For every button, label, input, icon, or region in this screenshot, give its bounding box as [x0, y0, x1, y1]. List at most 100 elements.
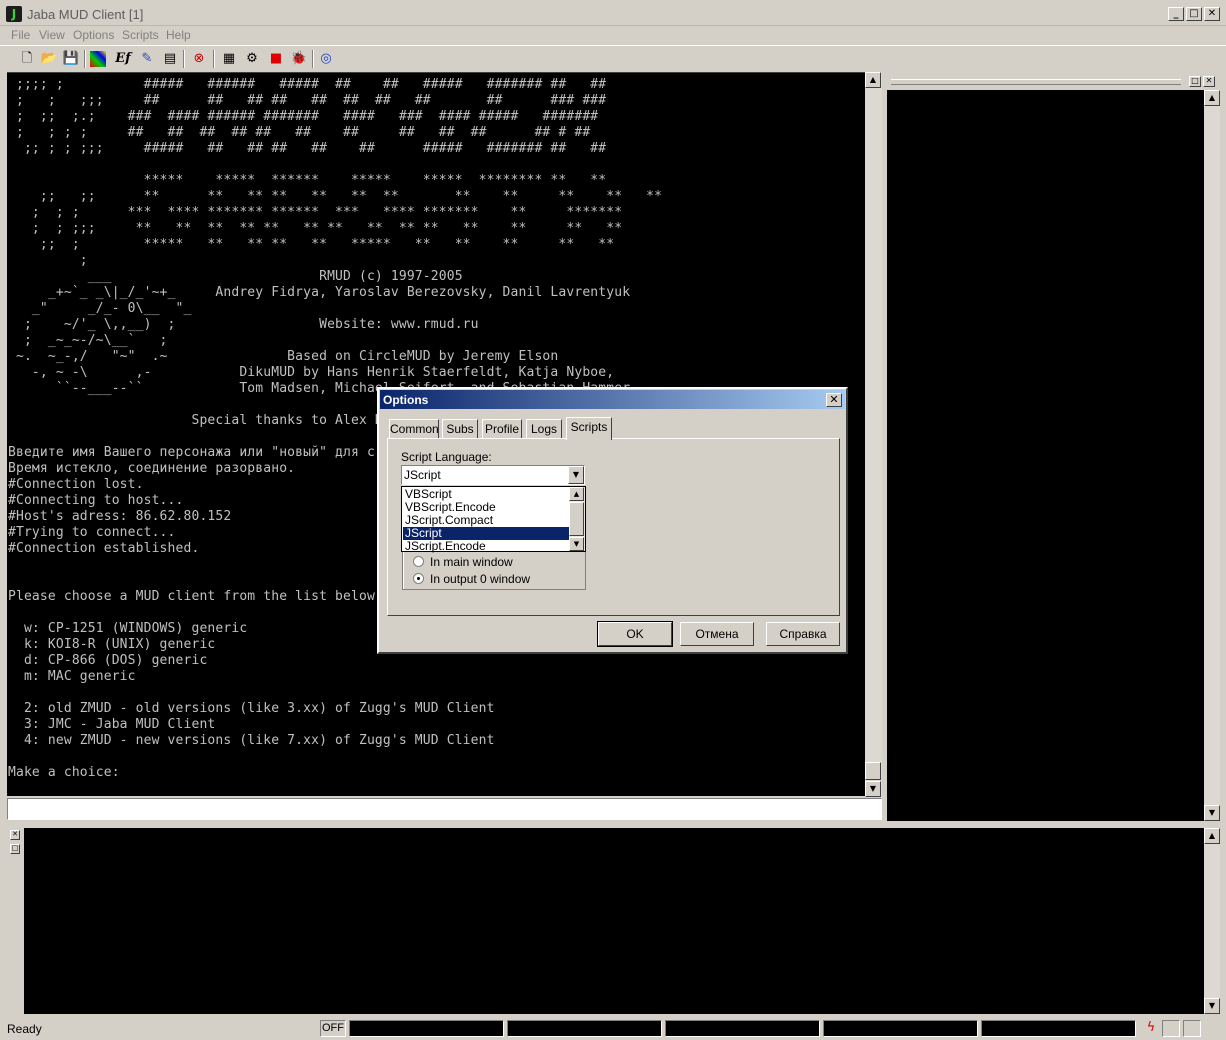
- terminal-line: ;; ; ; ;;; ##### ## ## ## ## ## ##### ##…: [8, 141, 607, 156]
- menu-help[interactable]: Help: [166, 28, 191, 42]
- pane-restore-button[interactable]: □: [1189, 76, 1201, 87]
- command-input[interactable]: [7, 798, 882, 820]
- disconnect-icon[interactable]: ⊗: [189, 49, 209, 69]
- dialog-title: Options: [383, 393, 429, 407]
- menu-options[interactable]: Options: [73, 28, 114, 42]
- radio-button-selected[interactable]: [413, 573, 424, 584]
- stop-icon[interactable]: ■: [266, 49, 286, 69]
- status-panel: [507, 1020, 662, 1037]
- bottom-pane-header: ✕ □: [8, 828, 22, 1014]
- status-panel: [349, 1020, 504, 1037]
- main-scrollbar[interactable]: ▲ ▼: [865, 72, 882, 797]
- scroll-thumb[interactable]: [865, 762, 881, 780]
- status-panel: [981, 1020, 1136, 1037]
- chevron-down-icon[interactable]: ▼: [568, 466, 584, 484]
- script-language-dropdown-list[interactable]: VBScript VBScript.Encode JScript.Compact…: [401, 486, 586, 553]
- help-button[interactable]: Справка: [766, 622, 840, 646]
- tools-icon[interactable]: ✎: [137, 49, 157, 69]
- dialog-close-button[interactable]: ✕: [826, 393, 842, 407]
- scroll-down-icon[interactable]: ▼: [865, 781, 881, 797]
- terminal-line: Make a choice:: [8, 765, 120, 780]
- terminal-line: ___ RMUD (c) 1997-2005: [8, 269, 463, 284]
- toolbar: 🗋 📂 💾 Ef ✎ ▤ ⊗ ▦ ⚙ ■ 🐞 ◎: [0, 45, 1226, 71]
- terminal-line: ; ; ;;; ** ** ** ** ** ** ** ** ** ** **…: [8, 221, 623, 236]
- pane-close-button[interactable]: ✕: [10, 830, 20, 840]
- terminal-line: -, ~ -\ ,- DikuMUD by Hans Henrik Staerf…: [8, 365, 615, 380]
- status-panel: [1183, 1020, 1201, 1037]
- colors-icon[interactable]: [90, 51, 106, 67]
- open-icon[interactable]: 📂: [39, 49, 59, 69]
- scroll-down-icon[interactable]: ▼: [1204, 998, 1220, 1014]
- window-title: Jaba MUD Client [1]: [27, 7, 144, 22]
- radio-button[interactable]: [413, 556, 424, 567]
- scroll-up-icon[interactable]: ▲: [1204, 90, 1220, 106]
- ok-button[interactable]: OK: [597, 621, 673, 647]
- status-off-indicator: OFF: [320, 1020, 346, 1037]
- app-icon: J: [6, 6, 22, 22]
- tab-profile[interactable]: Profile: [482, 419, 522, 439]
- radio-output-label: In output 0 window: [430, 572, 531, 586]
- save-icon[interactable]: 💾: [61, 49, 81, 69]
- scroll-up-icon[interactable]: ▲: [1204, 828, 1220, 844]
- menu-bar: File View Options Scripts Help: [0, 26, 1226, 44]
- radio-main-label: In main window: [430, 555, 513, 569]
- terminal-line: ***** ***** ****** ***** ***** ******** …: [8, 173, 607, 188]
- toolbar-separator: [312, 50, 314, 68]
- close-button[interactable]: ✕: [1204, 7, 1220, 21]
- radio-main-window[interactable]: In main window: [413, 555, 513, 569]
- terminal-line: d: CP-866 (DOS) generic: [8, 653, 208, 668]
- scroll-thumb[interactable]: [569, 502, 584, 536]
- scroll-up-icon[interactable]: ▲: [865, 72, 881, 88]
- radio-output-window[interactable]: In output 0 window: [413, 572, 530, 586]
- terminal-line: ;; ; ***** ** ** ** ** ***** ** ** ** **…: [8, 237, 615, 252]
- status-panel: [823, 1020, 978, 1037]
- tab-common[interactable]: Common: [389, 419, 439, 439]
- scroll-up-icon[interactable]: ▲: [569, 487, 584, 501]
- terminal-line: ; ; ;;; ## ## ## ## ## ## ## ## ## ### #…: [8, 93, 607, 108]
- bottom-output-window[interactable]: [24, 828, 1204, 1014]
- dropdown-option[interactable]: JScript.Encode: [403, 540, 570, 553]
- toolbar-separator: [183, 50, 185, 68]
- scroll-down-icon[interactable]: ▼: [569, 537, 584, 551]
- terminal-line: 2: old ZMUD - old versions (like 3.xx) o…: [8, 701, 495, 716]
- status-panel: [665, 1020, 820, 1037]
- terminal-line: 3: JMC - Jaba MUD Client: [8, 717, 216, 732]
- terminal-line: _+~`_ _\|_/_'~+_ Andrey Fidrya, Yaroslav…: [8, 285, 631, 300]
- maximize-button[interactable]: □: [1186, 7, 1202, 21]
- terminal-line: ;: [8, 253, 88, 268]
- menu-view[interactable]: View: [39, 28, 65, 42]
- new-icon[interactable]: 🗋: [17, 49, 37, 69]
- terminal-line: ;;;; ; ##### ###### ##### ## ## ##### ##…: [8, 77, 607, 92]
- tab-subs[interactable]: Subs: [442, 419, 478, 439]
- scroll-down-icon[interactable]: ▼: [1204, 805, 1220, 821]
- title-bar: J Jaba MUD Client [1] _ □ ✕: [0, 0, 1226, 26]
- cancel-button[interactable]: Отмена: [680, 622, 754, 646]
- minimize-button[interactable]: _: [1168, 7, 1184, 21]
- lightning-icon: ϟ: [1146, 1020, 1156, 1035]
- pane-close-button[interactable]: ✕: [1203, 76, 1215, 87]
- font-icon[interactable]: Ef: [113, 49, 133, 69]
- bug-icon[interactable]: 🐞: [289, 49, 309, 69]
- dropdown-scrollbar[interactable]: ▲ ▼: [569, 487, 585, 551]
- bottom-scrollbar[interactable]: ▲ ▼: [1204, 828, 1220, 1014]
- menu-scripts[interactable]: Scripts: [122, 28, 159, 42]
- output-scrollbar[interactable]: ▲ ▼: [1204, 90, 1220, 821]
- script-language-select[interactable]: JScript ▼: [401, 465, 585, 485]
- terminal-line: m: MAC generic: [8, 669, 136, 684]
- window-icon[interactable]: ▤: [160, 49, 180, 69]
- pane-restore-button[interactable]: □: [10, 844, 20, 854]
- menu-file[interactable]: File: [11, 28, 30, 42]
- settings-icon[interactable]: ⚙: [242, 49, 262, 69]
- tab-logs[interactable]: Logs: [526, 419, 562, 439]
- pane-grip[interactable]: [891, 79, 1181, 85]
- tab-scripts[interactable]: Scripts: [566, 417, 612, 440]
- toolbar-separator: [84, 50, 86, 68]
- terminal-line: ; ;; ;.; ### #### ###### ####### #### ##…: [8, 109, 599, 124]
- status-bar: Ready OFF ϟ: [0, 1018, 1226, 1040]
- help-icon[interactable]: ◎: [316, 49, 336, 69]
- status-text: Ready: [7, 1022, 42, 1036]
- log-icon[interactable]: ▦: [219, 49, 239, 69]
- output-0-window[interactable]: [887, 90, 1204, 821]
